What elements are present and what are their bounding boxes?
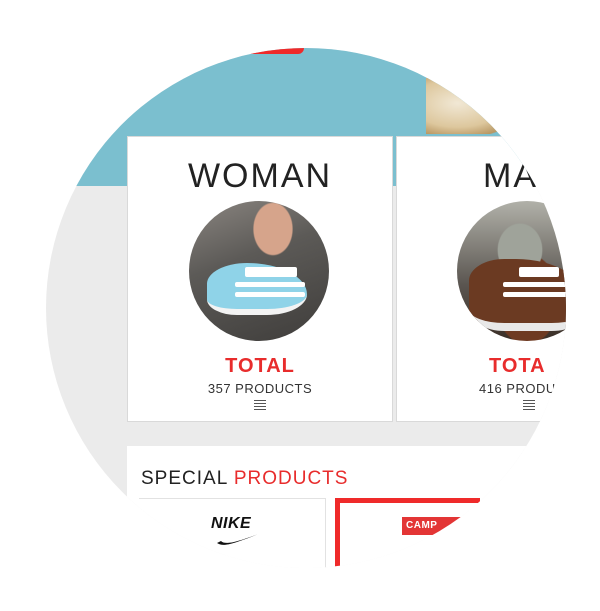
heading-word-special: SPECIAL bbox=[141, 468, 228, 489]
category-title: MA bbox=[483, 157, 538, 195]
circular-viewport: WOMAN TOTAL 357 PRODUCTS MA TOTA 416 PRO… bbox=[46, 48, 566, 568]
category-thumbnail-man[interactable] bbox=[457, 201, 566, 341]
header-accent-strip bbox=[224, 48, 304, 54]
camper-logo: CAMP bbox=[402, 517, 468, 535]
category-product-count: 357 PRODUCTS bbox=[207, 381, 313, 396]
menu-list-icon[interactable] bbox=[254, 400, 266, 410]
shoe-overlay-icon bbox=[503, 267, 566, 297]
menu-list-icon[interactable] bbox=[523, 400, 535, 410]
heading-word-products: PRODUCTS bbox=[233, 468, 349, 489]
category-card-man[interactable]: MA TOTA 416 PRODU bbox=[396, 136, 566, 422]
brand-tile-nike[interactable]: NIKE bbox=[139, 498, 326, 568]
category-total-label: TOTAL bbox=[225, 355, 295, 377]
special-products-panel: SPECIAL PRODUCTS NIKE CAMP bbox=[127, 446, 566, 568]
category-total-label: TOTA bbox=[489, 355, 546, 377]
category-thumbnail-woman[interactable] bbox=[189, 201, 329, 341]
brand-tile-camper[interactable]: CAMP bbox=[335, 498, 480, 568]
banner-shoe-image bbox=[426, 78, 516, 134]
nike-swoosh-icon bbox=[217, 533, 261, 545]
special-products-heading: SPECIAL PRODUCTS bbox=[141, 468, 348, 490]
category-card-woman[interactable]: WOMAN TOTAL 357 PRODUCTS bbox=[127, 136, 393, 422]
shoe-overlay-icon bbox=[235, 267, 305, 297]
category-title: WOMAN bbox=[187, 157, 333, 195]
category-product-count: 416 PRODU bbox=[479, 381, 556, 396]
